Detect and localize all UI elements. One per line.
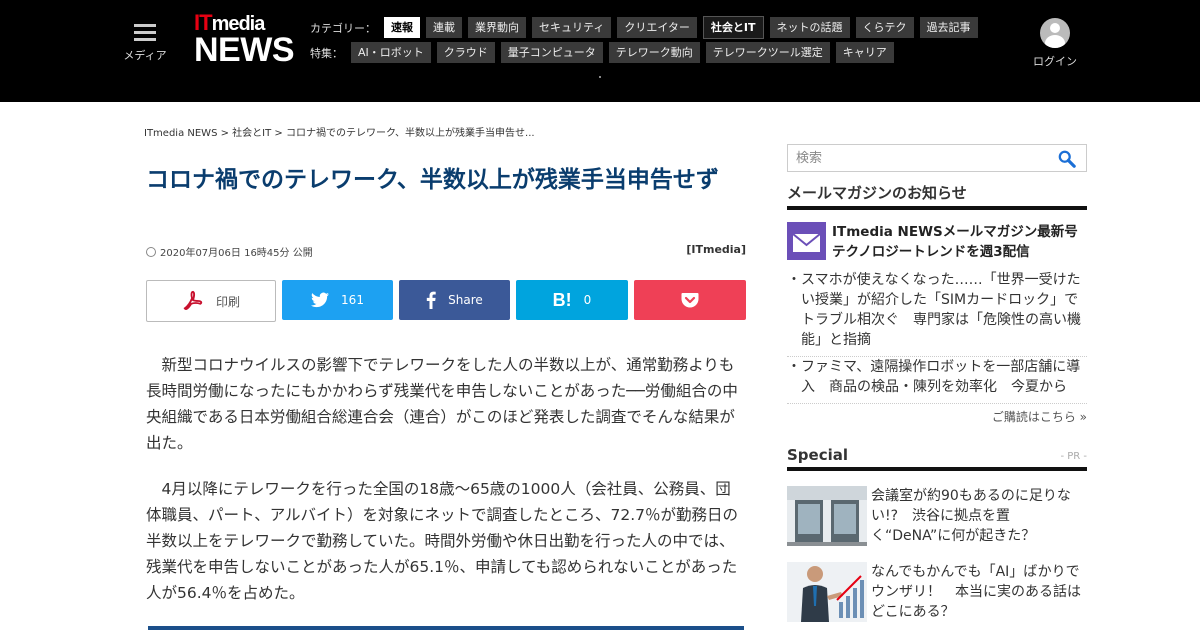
login-button[interactable]: ログイン xyxy=(1030,18,1080,69)
feature-tab[interactable]: キャリア xyxy=(835,42,894,63)
feature-label: 特集： xyxy=(310,46,343,60)
feature-nav: 特集： AI・ロボット クラウド 量子コンピュータ テレワーク動向 テレワークツール選定… xyxy=(310,42,894,63)
site-header: メディア ITmedia NEWS カテゴリー： 速報 連載 業界動向 セキュリティク… xyxy=(0,0,1200,102)
feature-tab[interactable]: クラウド xyxy=(436,42,495,63)
category-tab[interactable]: ネットの話題 xyxy=(769,17,850,38)
pr-label: - PR - xyxy=(1060,451,1087,462)
print-button[interactable]: 印刷 xyxy=(146,280,276,322)
special-heading: Special xyxy=(787,446,1087,471)
mailmag-item[interactable]: スマホが使えなくなった……「世界一受けたい授業」が紹介した「SIMカードロック」… xyxy=(787,270,1087,357)
category-nav: カテゴリー： 速報 連載 業界動向 セキュリティ クリエイター 社会とIT ネットの話題 くら… xyxy=(310,16,978,39)
hatena-bookmark-button[interactable]: B! 0 xyxy=(516,280,628,320)
businessman-ai-thumbnail xyxy=(787,562,867,622)
category-tab[interactable]: 社会とIT xyxy=(702,16,764,39)
hamburger-icon xyxy=(134,24,156,41)
user-avatar-icon xyxy=(1040,18,1070,48)
mail-envelope-icon xyxy=(787,222,826,260)
article-paragraph: 新型コロナウイルスの影響下でテレワークをした人の半数以上が、通常勤務よりも長時間… xyxy=(146,356,738,452)
feature-tab[interactable]: 量子コンピュータ xyxy=(500,42,603,63)
login-label: ログイン xyxy=(1033,55,1077,68)
category-tab[interactable]: くらテク xyxy=(855,17,914,38)
facebook-label: Share xyxy=(448,293,483,307)
menu-button[interactable]: メディア xyxy=(120,20,170,63)
hatena-bookmark-icon: B! xyxy=(552,289,572,310)
mailmag-feature-text: ITmedia NEWSメールマガジン最新号 テクノロジートレンドを週3配信 xyxy=(832,224,1078,260)
menu-label: メディア xyxy=(123,49,167,62)
twitter-icon xyxy=(311,292,330,308)
print-label: 印刷 xyxy=(215,294,240,309)
twitter-count: 161 xyxy=(341,293,364,307)
publish-date: 2020年07月06日 16時45分 公開 xyxy=(160,248,313,259)
breadcrumb[interactable]: ITmedia NEWS > 社会とIT > コロナ禍でのテレワーク、半数以上が… xyxy=(144,124,535,139)
mailmag-heading: メールマガジンのお知らせ xyxy=(787,182,1087,210)
decorative-dot xyxy=(599,76,601,78)
meeting-booth-thumbnail xyxy=(787,486,867,546)
search-box xyxy=(787,144,1087,172)
figure-top-border xyxy=(148,626,744,630)
logo-news-text: NEWS xyxy=(194,31,295,69)
hatena-count: 0 xyxy=(583,293,592,307)
feature-tab[interactable]: テレワーク動向 xyxy=(608,42,700,63)
mailmag-feature[interactable]: ITmedia NEWSメールマガジン最新号 テクノロジートレンドを週3配信 xyxy=(787,222,1087,262)
category-tab[interactable]: 速報 xyxy=(384,17,420,38)
category-label: カテゴリー： xyxy=(310,21,376,35)
feature-tab[interactable]: テレワークツール選定 xyxy=(705,42,830,63)
twitter-share-button[interactable]: 161 xyxy=(282,280,393,320)
feature-tab[interactable]: AI・ロボット xyxy=(351,42,431,63)
pdf-print-icon xyxy=(183,290,203,310)
share-bar: 印刷 161 Share B! 0 xyxy=(146,280,746,322)
site-logo[interactable]: ITmedia NEWS xyxy=(194,12,295,69)
article-paragraph: 4月以降にテレワークを行った全国の18歳～65歳の1000人（会社員、公務員、団… xyxy=(146,480,739,602)
category-tab[interactable]: 連載 xyxy=(426,17,462,38)
article-source: [ITmedia] xyxy=(686,243,746,256)
special-item-title: 会議室が約90もあるのに足りない!? 渋谷に拠点を置く“DeNA”に何が起きた？ xyxy=(871,488,1071,544)
pocket-save-button[interactable] xyxy=(634,280,746,320)
special-item-title: なんでもかんでも「AI」ばかりでウンザリ！ 本当に実のある話はどこにある？ xyxy=(871,564,1081,620)
mailmag-item[interactable]: ファミマ、遠隔操作ロボットを一部店舗に導入 商品の検品・陳列を効率化 今夏から xyxy=(787,357,1087,404)
facebook-share-button[interactable]: Share xyxy=(399,280,510,320)
clock-icon xyxy=(146,246,156,257)
category-tab[interactable]: 過去記事 xyxy=(919,17,978,38)
article-title: コロナ禍でのテレワーク、半数以上が残業手当申告せず xyxy=(146,167,719,193)
search-icon[interactable] xyxy=(1058,150,1076,168)
mailmag-subscribe-link[interactable]: ご購読はこちら » xyxy=(987,408,1087,425)
special-item[interactable]: 会議室が約90もあるのに足りない!? 渋谷に拠点を置く“DeNA”に何が起きた？ xyxy=(787,486,1087,546)
category-tab[interactable]: 業界動向 xyxy=(468,17,526,38)
facebook-icon xyxy=(426,291,436,309)
category-tab[interactable]: セキュリティ xyxy=(532,17,612,38)
pocket-icon xyxy=(681,293,699,308)
special-item[interactable]: なんでもかんでも「AI」ばかりでウンザリ！ 本当に実のある話はどこにある？ xyxy=(787,562,1087,622)
category-tab[interactable]: クリエイター xyxy=(617,17,697,38)
search-input[interactable] xyxy=(788,145,1048,171)
article-meta: 2020年07月06日 16時45分 公開 xyxy=(146,244,313,259)
